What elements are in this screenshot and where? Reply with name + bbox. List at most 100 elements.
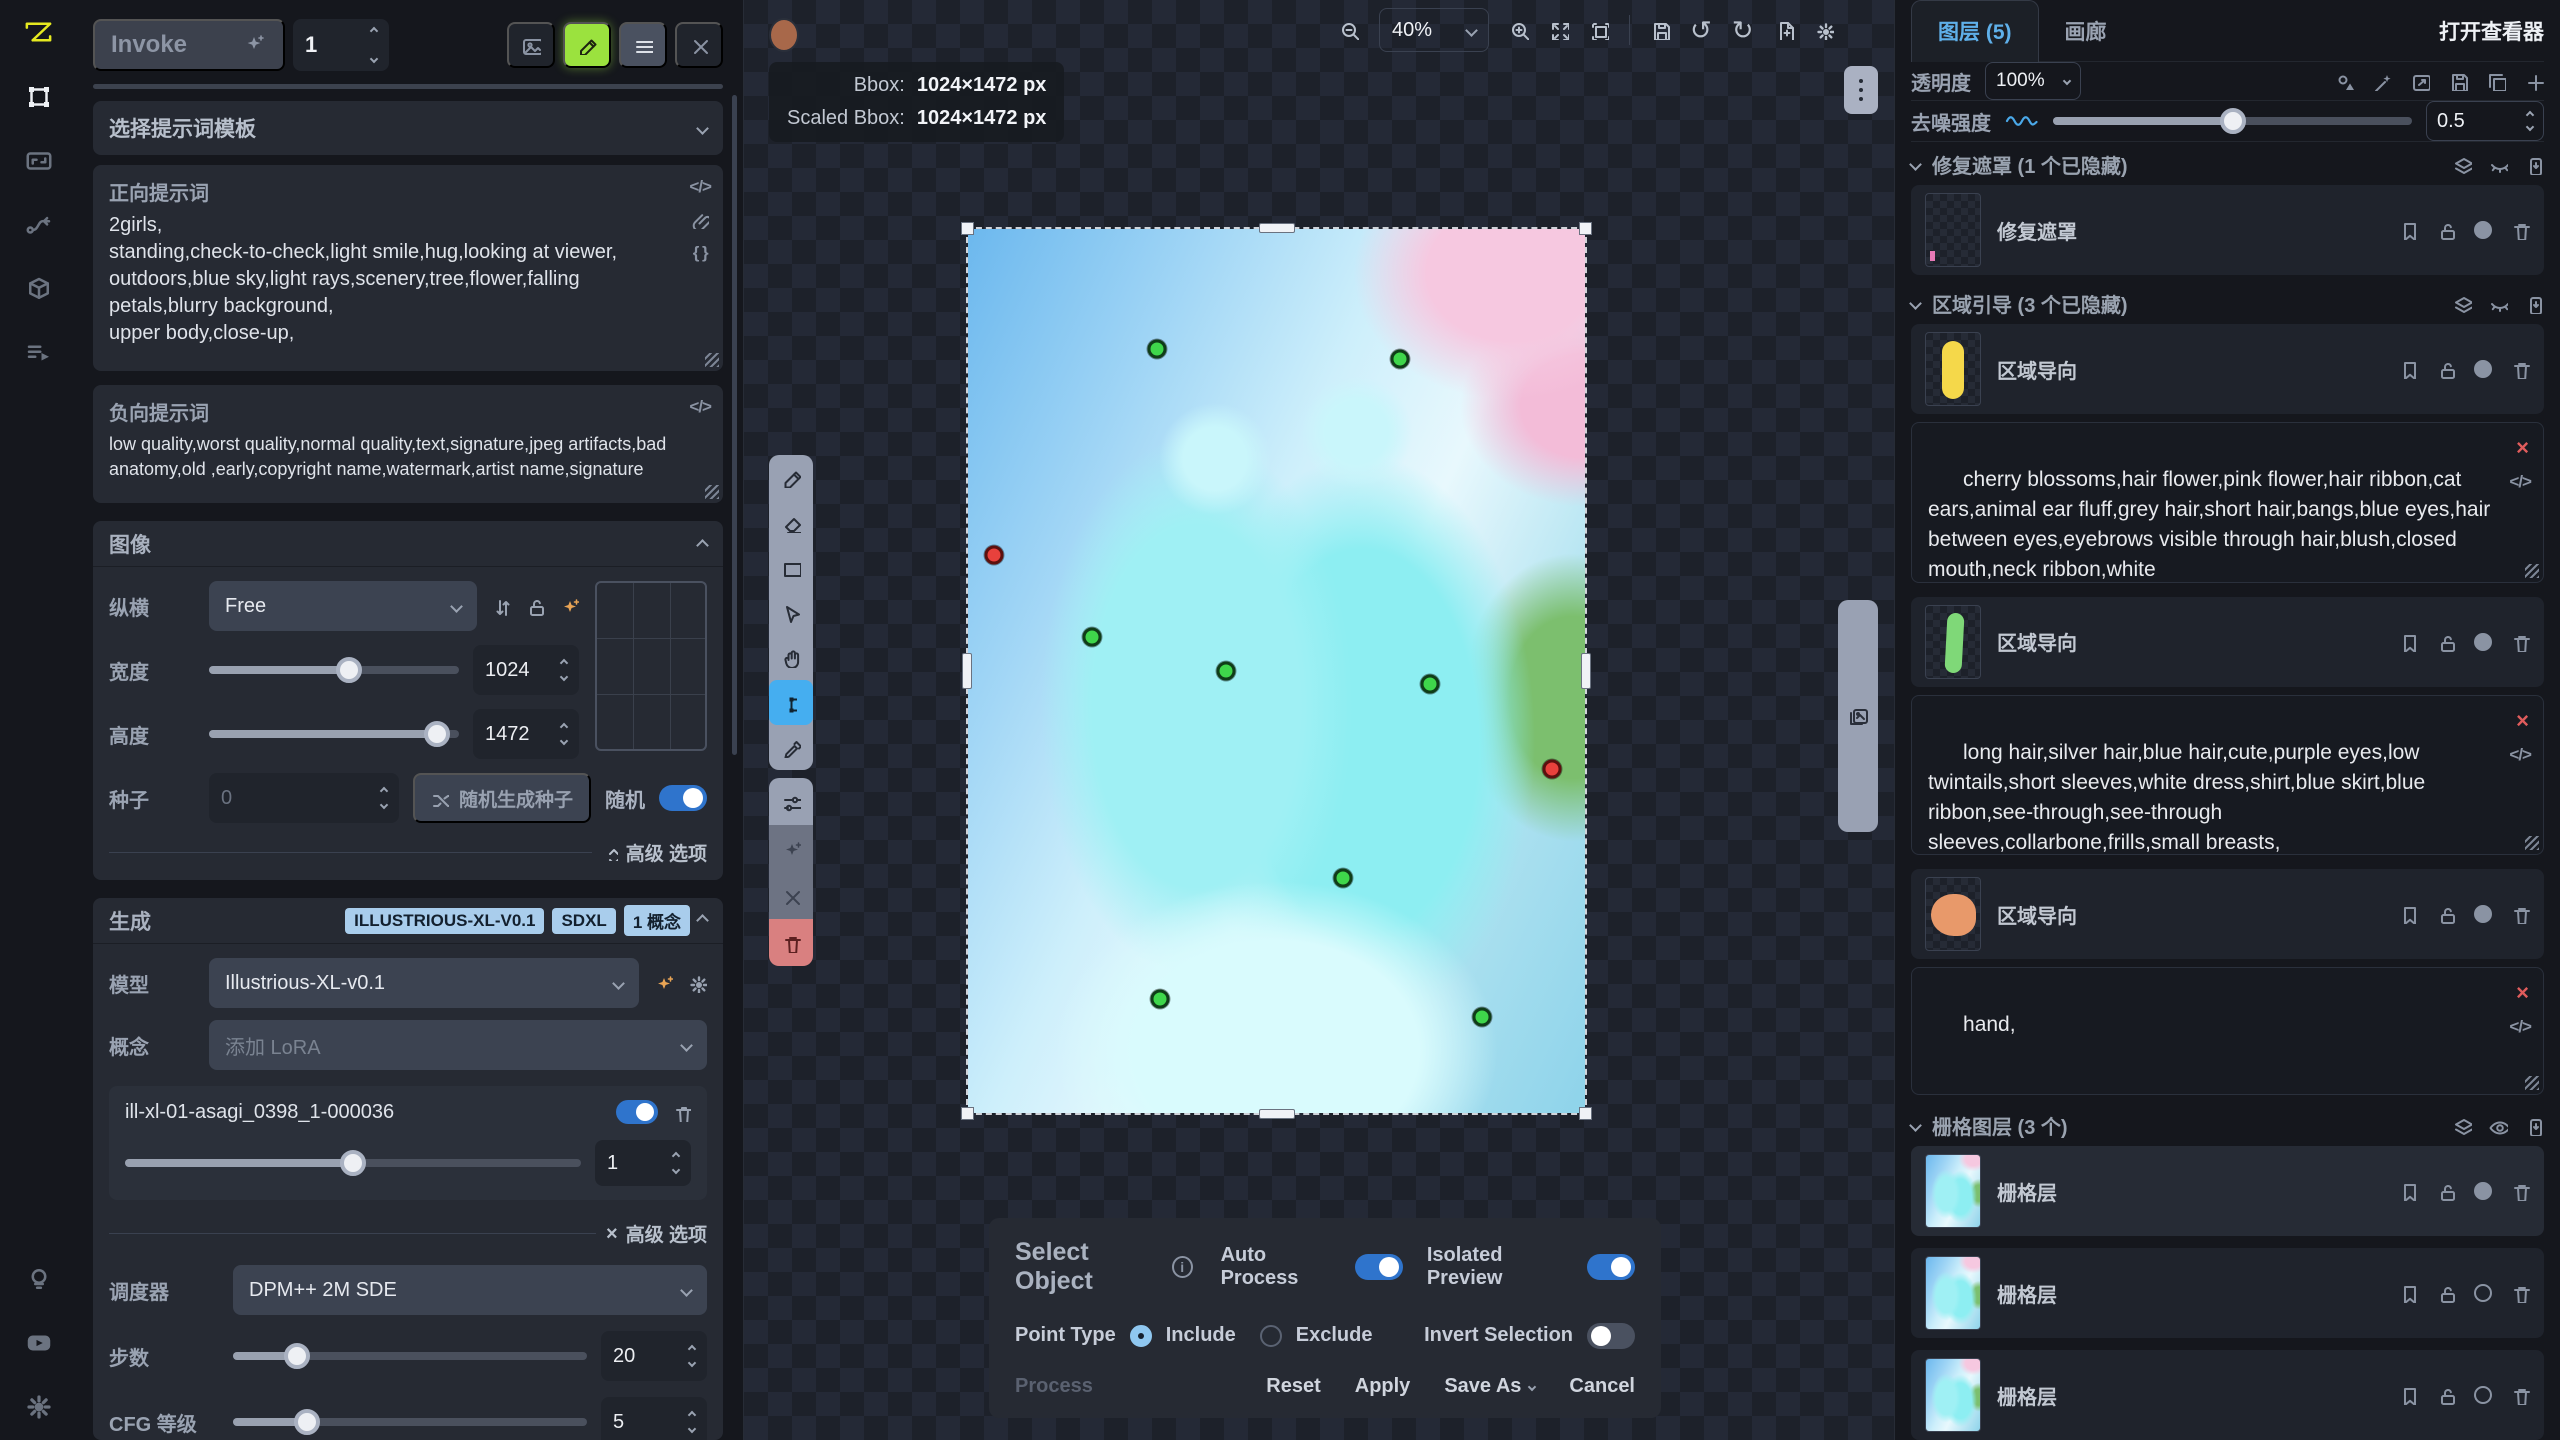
lora-weight-slider[interactable] bbox=[125, 1159, 581, 1167]
embedding-code-icon[interactable]: </> bbox=[2509, 740, 2531, 770]
include-point[interactable] bbox=[1151, 990, 1170, 1009]
rect-tool-icon[interactable] bbox=[769, 545, 813, 590]
collapse-icon[interactable] bbox=[696, 539, 709, 552]
lora-weight-input[interactable]: 1 bbox=[595, 1140, 691, 1186]
raster-layer-row[interactable]: 栅格层 bbox=[1911, 1146, 2544, 1236]
include-radio[interactable] bbox=[1130, 1325, 1152, 1347]
remove-prompt-icon[interactable]: × bbox=[2516, 433, 2529, 463]
bookmark-icon[interactable] bbox=[2398, 359, 2418, 379]
paperclip-icon[interactable] bbox=[691, 211, 709, 229]
queue-count-steppers[interactable] bbox=[371, 28, 377, 62]
zoom-level-select[interactable]: 40% bbox=[1379, 8, 1489, 52]
layer-enabled-icon[interactable] bbox=[2474, 360, 2492, 378]
cfg-input[interactable]: 5 bbox=[601, 1397, 707, 1440]
delete-layer-trash-icon[interactable] bbox=[769, 919, 813, 966]
bookmark-icon[interactable] bbox=[2398, 1283, 2418, 1303]
support-icon[interactable] bbox=[22, 1262, 56, 1296]
invoke-button[interactable]: Invoke bbox=[93, 19, 285, 71]
trash-icon[interactable] bbox=[2510, 1181, 2530, 1201]
bbox-handle-ne[interactable] bbox=[1579, 222, 1592, 235]
steps-input[interactable]: 20 bbox=[601, 1331, 707, 1381]
bookmark-icon[interactable] bbox=[2398, 220, 2418, 240]
regional-layer-row[interactable]: 区域导向 bbox=[1911, 597, 2544, 687]
sidebar-item-canvas[interactable] bbox=[22, 80, 56, 114]
layers-icon[interactable] bbox=[2452, 294, 2472, 314]
queue-count-input[interactable]: 1 bbox=[293, 19, 389, 71]
resize-grip[interactable] bbox=[2525, 1076, 2539, 1090]
model-select[interactable]: Illustrious-XL-v0.1 bbox=[209, 958, 639, 1008]
sidebar-item-workflows[interactable] bbox=[22, 208, 56, 242]
bbox-selection[interactable] bbox=[966, 227, 1587, 1115]
eye-closed-icon[interactable] bbox=[2488, 155, 2508, 175]
bbox-tool-icon[interactable] bbox=[769, 680, 813, 725]
remove-prompt-icon[interactable]: × bbox=[2516, 706, 2529, 736]
isolated-preview-toggle[interactable] bbox=[1587, 1254, 1635, 1280]
tab-layers[interactable]: 图层 (5) bbox=[1911, 0, 2039, 62]
tool-settings-icon[interactable] bbox=[769, 778, 813, 825]
eyedropper-tool-icon[interactable] bbox=[769, 725, 813, 770]
layer-enabled-icon[interactable] bbox=[2474, 1182, 2492, 1200]
include-point[interactable] bbox=[1334, 869, 1353, 888]
layer-disabled-icon[interactable] bbox=[2474, 1386, 2492, 1404]
trash-icon[interactable] bbox=[2510, 632, 2530, 652]
unlock-icon[interactable] bbox=[2436, 632, 2456, 652]
bbox-handle-w[interactable] bbox=[962, 653, 972, 689]
fit-bbox-icon[interactable] bbox=[1589, 20, 1609, 40]
bbox-handle-se[interactable] bbox=[1579, 1107, 1592, 1120]
bbox-handle-e[interactable] bbox=[1581, 653, 1591, 689]
eye-open-icon[interactable] bbox=[2488, 1116, 2508, 1136]
inpaint-group-header[interactable]: 修复遮罩 (1 个已隐藏) bbox=[1911, 150, 2544, 179]
lora-enabled-toggle[interactable] bbox=[616, 1100, 658, 1124]
embedding-code-icon[interactable]: </> bbox=[689, 177, 711, 197]
left-panel-scrollbar[interactable] bbox=[732, 95, 737, 755]
embedding-code-icon[interactable]: </> bbox=[689, 397, 711, 417]
regional-group-header[interactable]: 区域引导 (3 个已隐藏) bbox=[1911, 289, 2544, 318]
trash-icon[interactable] bbox=[2510, 1385, 2530, 1405]
regional-prompt-input[interactable]: cherry blossoms,hair flower,pink flower,… bbox=[1911, 422, 2544, 583]
lora-delete-icon[interactable] bbox=[672, 1103, 691, 1122]
menu-button[interactable] bbox=[619, 22, 667, 68]
undo-icon[interactable]: ↺ bbox=[1690, 20, 1712, 40]
scheduler-select[interactable]: DPM++ 2M SDE bbox=[233, 1265, 707, 1315]
color-swatch[interactable] bbox=[769, 18, 799, 52]
invert-selection-toggle[interactable] bbox=[1587, 1323, 1635, 1349]
denoise-input[interactable]: 0.5 bbox=[2426, 101, 2544, 141]
fit-view-icon[interactable] bbox=[1549, 20, 1569, 40]
braces-icon[interactable]: { } bbox=[693, 243, 708, 263]
settings-gear-icon[interactable] bbox=[22, 1390, 56, 1424]
positive-prompt-input[interactable]: 2girls, standing,check-to-check,light sm… bbox=[109, 212, 707, 347]
open-viewer-button[interactable]: 打开查看器 bbox=[2439, 16, 2544, 46]
save-as-button[interactable]: Save As bbox=[1444, 1375, 1535, 1398]
eye-closed-icon[interactable] bbox=[2488, 294, 2508, 314]
resize-grip[interactable] bbox=[705, 353, 719, 367]
resize-grip[interactable] bbox=[2525, 564, 2539, 578]
layers-icon[interactable] bbox=[2452, 155, 2472, 175]
draw-mode-button[interactable] bbox=[563, 22, 611, 68]
canvas-settings-gear-icon[interactable] bbox=[1814, 20, 1834, 40]
denoise-slider[interactable] bbox=[2053, 117, 2412, 125]
include-point[interactable] bbox=[1148, 340, 1167, 359]
prompt-template-select[interactable]: 选择提示词模板 bbox=[93, 101, 723, 155]
include-point[interactable] bbox=[1391, 350, 1410, 369]
embedding-code-icon[interactable]: </> bbox=[2509, 1012, 2531, 1042]
raster-layer-row[interactable]: 栅格层 bbox=[1911, 1350, 2544, 1440]
collapse-icon[interactable] bbox=[696, 914, 709, 927]
regional-prompt-input[interactable]: hand, × </> bbox=[1911, 967, 2544, 1095]
resize-grip[interactable] bbox=[705, 485, 719, 499]
bookmark-icon[interactable] bbox=[2398, 1181, 2418, 1201]
bbox-handle-s[interactable] bbox=[1259, 1109, 1295, 1119]
blend-shapes-icon[interactable] bbox=[2334, 71, 2354, 91]
steps-slider[interactable] bbox=[233, 1352, 587, 1360]
random-seed-button[interactable]: 随机生成种子 bbox=[413, 773, 591, 823]
unlock-icon[interactable] bbox=[2436, 220, 2456, 240]
width-input[interactable]: 1024 bbox=[473, 645, 579, 695]
video-tutorials-icon[interactable] bbox=[22, 1326, 56, 1360]
advanced-options-toggle[interactable]: 高级 选项 bbox=[602, 839, 707, 866]
gallery-panel-handle[interactable] bbox=[1838, 600, 1878, 832]
tab-gallery[interactable]: 画廊 bbox=[2039, 0, 2133, 62]
canvas-stage[interactable]: 40% ↺ ↻ Bbox: 1024×1472 px Scaled Bbox: … bbox=[743, 0, 1895, 1440]
merge-layers-icon[interactable] bbox=[2524, 1116, 2544, 1136]
sidebar-item-models[interactable] bbox=[22, 272, 56, 306]
layer-enabled-icon[interactable] bbox=[2474, 221, 2492, 239]
fit-layer-icon[interactable] bbox=[2410, 71, 2430, 91]
